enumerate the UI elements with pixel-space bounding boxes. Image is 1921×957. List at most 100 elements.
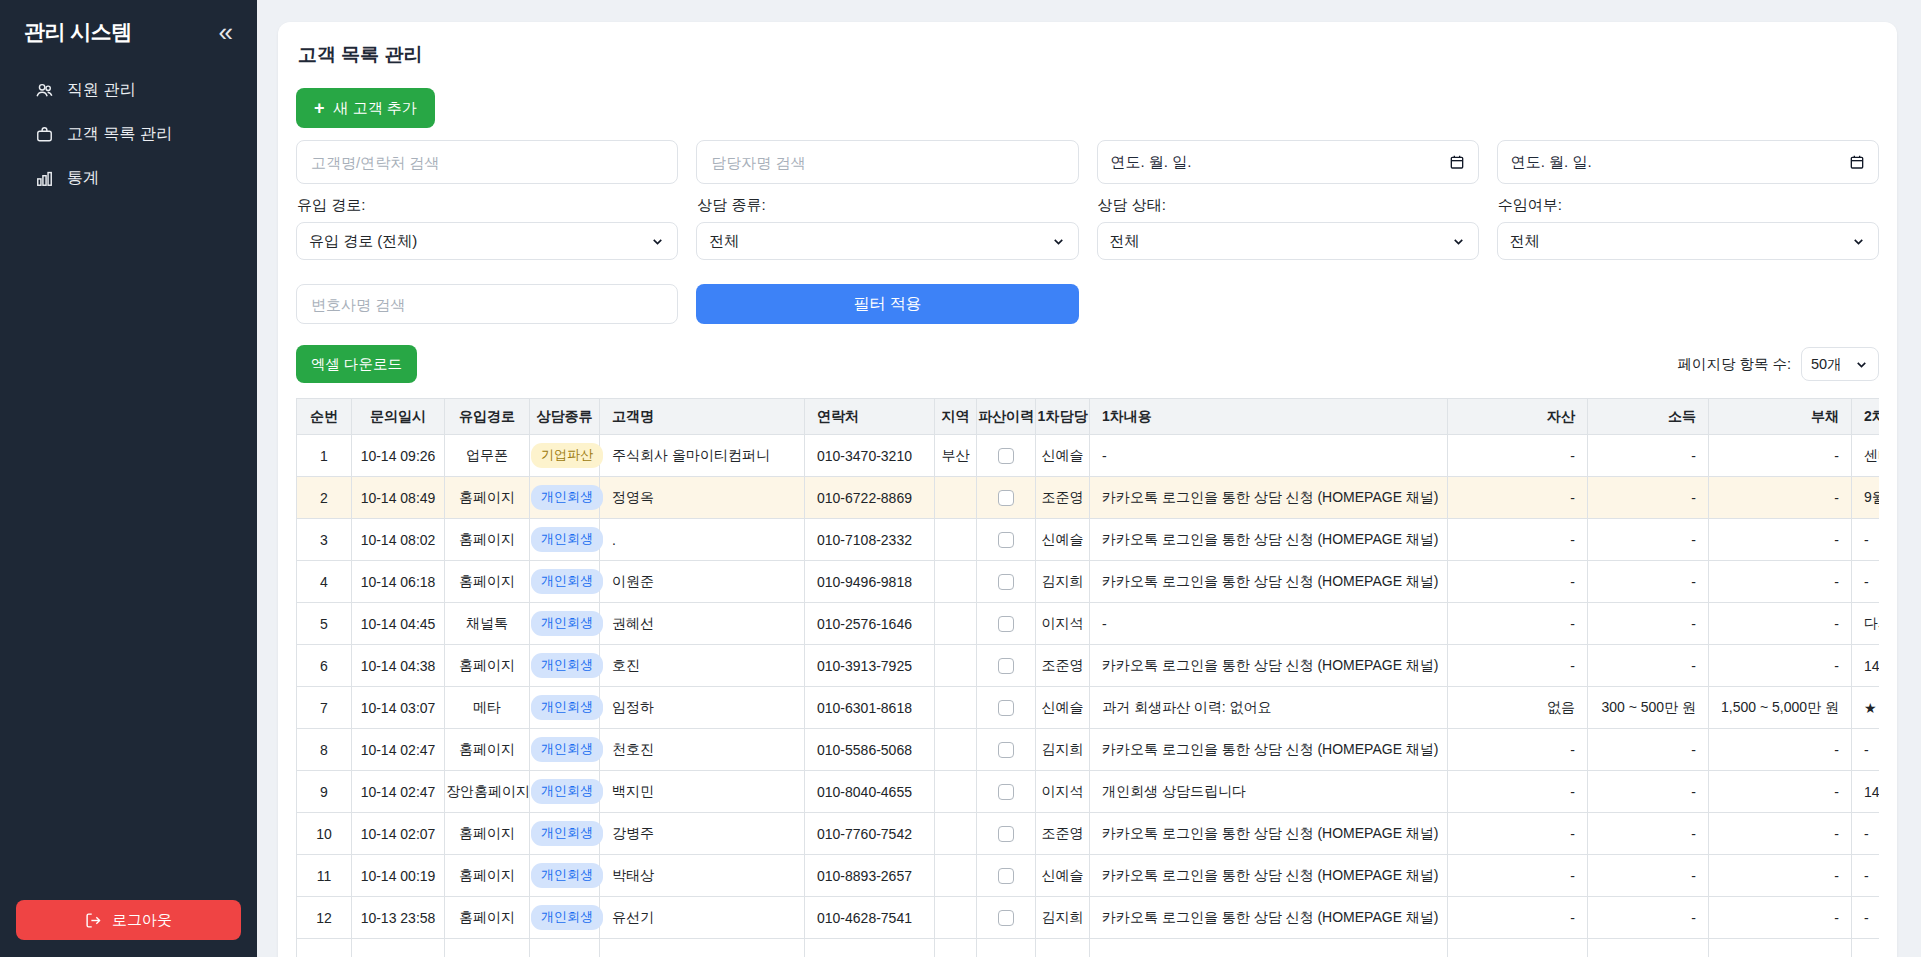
channel-select[interactable]: 유입 경로 (전체) xyxy=(296,222,678,260)
bankruptcy-checkbox[interactable] xyxy=(998,868,1014,884)
cell-phone: 010-8040-4655 xyxy=(805,771,935,813)
cell-phone: 010-3470-3210 xyxy=(805,435,935,477)
cell-second: - xyxy=(1852,729,1880,771)
cell-debt: - xyxy=(1709,519,1852,561)
cell-region xyxy=(935,645,977,687)
cell-datetime: 10-14 08:02 xyxy=(352,519,445,561)
cell-phone: 010-4628-7541 xyxy=(805,897,935,939)
cell-region xyxy=(935,603,977,645)
excel-download-button[interactable]: 엑셀 다운로드 xyxy=(296,345,417,383)
table-row: 1010-14 02:07홈페이지개인회생강병주010-7760-7542조준영… xyxy=(297,813,1880,855)
consult-type-select[interactable]: 전체 xyxy=(696,222,1078,260)
cell-channel: 홈페이지 xyxy=(445,729,530,771)
chevron-down-icon xyxy=(1851,234,1866,249)
column-header: 1차담당 xyxy=(1036,399,1090,435)
cell-bankruptcy-history xyxy=(977,939,1036,957)
cell-consult-type: 개인회생 xyxy=(530,561,600,603)
apply-filter-button[interactable]: 필터 적용 xyxy=(696,284,1078,324)
cell-channel: 채널톡 xyxy=(445,603,530,645)
cell-phone: 010-9496-9818 xyxy=(805,561,935,603)
cell-datetime: 10-14 09:26 xyxy=(352,435,445,477)
sidebar-item-customers[interactable]: 고객 목록 관리 xyxy=(0,112,257,156)
cell-name: 정영옥 xyxy=(600,477,805,519)
cell-consult-type: 개인회생 xyxy=(530,519,600,561)
bankruptcy-checkbox[interactable] xyxy=(998,910,1014,926)
logout-button[interactable]: 로그아웃 xyxy=(16,900,241,940)
cell-consult-type: 개인회생 xyxy=(530,855,600,897)
consult-type-badge: 개인회생 xyxy=(531,569,603,593)
cell-datetime: 10-14 02:47 xyxy=(352,729,445,771)
cell-debt: - xyxy=(1709,855,1852,897)
cell-debt: - xyxy=(1709,477,1852,519)
bankruptcy-checkbox[interactable] xyxy=(998,574,1014,590)
cell-bankruptcy-history xyxy=(977,477,1036,519)
consult-status-select[interactable]: 전체 xyxy=(1097,222,1479,260)
column-header: 고객명 xyxy=(600,399,805,435)
cell-manager: 김지희 xyxy=(1036,897,1090,939)
cell-second: ★ xyxy=(1852,687,1880,729)
cell-name: 주식회사 올마이티컴퍼니 xyxy=(600,435,805,477)
cell-manager: 이지석 xyxy=(1036,603,1090,645)
cell-consult-type: 개인회생 xyxy=(530,729,600,771)
date-from-input[interactable]: 연도. 월. 일. xyxy=(1097,140,1479,184)
cell-debt: - xyxy=(1709,897,1852,939)
retained-select[interactable]: 전체 xyxy=(1497,222,1879,260)
cell-content xyxy=(1090,939,1448,957)
date-to-input[interactable]: 연도. 월. 일. xyxy=(1497,140,1879,184)
cell-income: - xyxy=(1588,813,1709,855)
cell-no: 9 xyxy=(297,771,352,813)
lawyer-search-input[interactable] xyxy=(296,284,678,324)
cell-phone: 010-7108-2332 xyxy=(805,519,935,561)
consult-type-filter: 상담 종류: 전체 xyxy=(696,184,1078,260)
sidebar-item-label: 직원 관리 xyxy=(67,80,135,101)
sidebar-item-stats[interactable]: 통계 xyxy=(0,156,257,200)
cell-debt: 1,500 ~ 5,000만 원 xyxy=(1709,687,1852,729)
manager-search-input[interactable] xyxy=(696,140,1078,184)
customer-table-wrap: 순번문의일시유입경로상담종류고객명연락처지역파산이력1차담당1차내용자산소득부채… xyxy=(296,398,1879,957)
filter-row-1: 연도. 월. 일. 연도. 월. 일. xyxy=(296,140,1879,184)
bankruptcy-checkbox[interactable] xyxy=(998,826,1014,842)
page-size-value: 50개 xyxy=(1811,355,1842,374)
app-title: 관리 시스템 xyxy=(24,18,132,46)
cell-second: 14 xyxy=(1852,771,1880,813)
retained-label: 수임여부: xyxy=(1498,196,1879,215)
page-size-select[interactable]: 50개 xyxy=(1801,347,1879,381)
sidebar-item-label: 통계 xyxy=(67,168,99,189)
cell-income: - xyxy=(1588,435,1709,477)
cell-content: 카카오톡 로그인을 통한 상담 신청 (HOMEPAGE 채널) xyxy=(1090,813,1448,855)
plus-icon: + xyxy=(314,98,325,119)
table-header-row: 순번문의일시유입경로상담종류고객명연락처지역파산이력1차담당1차내용자산소득부채… xyxy=(297,399,1880,435)
cell-bankruptcy-history xyxy=(977,435,1036,477)
cell-datetime: 10-14 00:19 xyxy=(352,855,445,897)
add-customer-button[interactable]: + 새 고객 추가 xyxy=(296,88,435,128)
channel-filter: 유입 경로: 유입 경로 (전체) xyxy=(296,184,678,260)
bankruptcy-checkbox[interactable] xyxy=(998,658,1014,674)
cell-second: 9월 xyxy=(1852,477,1880,519)
cell-asset: - xyxy=(1448,477,1588,519)
table-row: 1210-13 23:58홈페이지개인회생유선기010-4628-7541김지희… xyxy=(297,897,1880,939)
bankruptcy-checkbox[interactable] xyxy=(998,490,1014,506)
consult-type-badge: 개인회생 xyxy=(531,485,603,509)
cell-income: - xyxy=(1588,855,1709,897)
consult-type-badge: 개인회생 xyxy=(531,611,603,635)
cell-manager: 신예슬 xyxy=(1036,519,1090,561)
bankruptcy-checkbox[interactable] xyxy=(998,616,1014,632)
cell-consult-type: 개인회생 xyxy=(530,477,600,519)
bankruptcy-checkbox[interactable] xyxy=(998,784,1014,800)
bankruptcy-checkbox[interactable] xyxy=(998,532,1014,548)
cell-datetime: 10-14 03:07 xyxy=(352,687,445,729)
bankruptcy-checkbox[interactable] xyxy=(998,448,1014,464)
bankruptcy-checkbox[interactable] xyxy=(998,700,1014,716)
sidebar-collapse-icon[interactable]: « xyxy=(219,19,233,45)
sidebar-item-employees[interactable]: 직원 관리 xyxy=(0,68,257,112)
consult-type-value: 전체 xyxy=(709,232,739,251)
bankruptcy-checkbox[interactable] xyxy=(998,742,1014,758)
customer-search-input[interactable] xyxy=(296,140,678,184)
cell-content: 카카오톡 로그인을 통한 상담 신청 (HOMEPAGE 채널) xyxy=(1090,645,1448,687)
cell-income: 300 ~ 500만 원 xyxy=(1588,687,1709,729)
table-row: 110-14 09:26업무폰기업파산주식회사 올마이티컴퍼니010-3470-… xyxy=(297,435,1880,477)
filter-row-3: 필터 적용 xyxy=(296,284,1879,324)
cell-channel: 업무폰 xyxy=(445,435,530,477)
cell-name: 이원준 xyxy=(600,561,805,603)
cell-content: 카카오톡 로그인을 통한 상담 신청 (HOMEPAGE 채널) xyxy=(1090,897,1448,939)
